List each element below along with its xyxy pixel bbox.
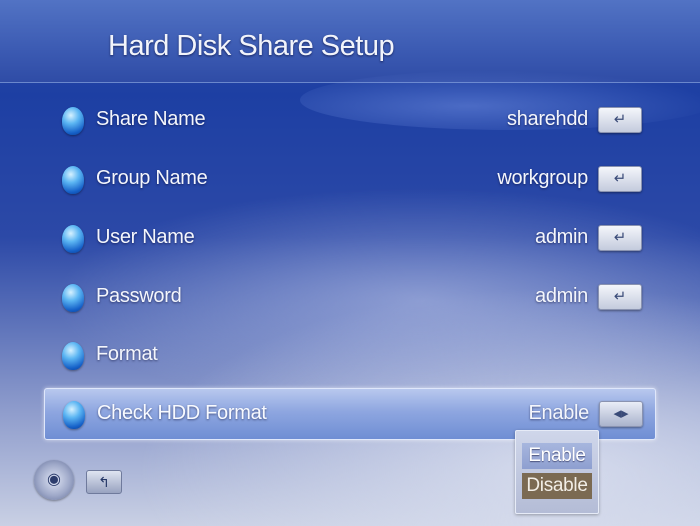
bullet-icon [62, 166, 84, 194]
setting-value: admin [535, 226, 588, 248]
left-right-key-icon[interactable]: ◂▸ [599, 401, 643, 427]
setting-group-name[interactable]: Group Name workgroup ↵ [44, 154, 654, 204]
bullet-icon [62, 225, 84, 253]
setting-password[interactable]: Password admin ↵ [44, 272, 654, 322]
bullet-icon [62, 107, 84, 135]
dpad-icon: ◉ [34, 460, 74, 500]
setting-value: admin [535, 285, 588, 307]
setting-label: Check HDD Format [97, 402, 267, 424]
setting-value: sharehdd [507, 108, 588, 130]
enter-key-icon[interactable]: ↵ [598, 225, 642, 251]
setting-label: Group Name [96, 167, 208, 189]
bullet-icon [63, 401, 85, 429]
setting-format[interactable]: Format [44, 330, 654, 380]
enter-key-icon[interactable]: ↵ [598, 166, 642, 192]
setting-label: Format [96, 343, 158, 365]
setting-label: Share Name [96, 108, 206, 130]
bullet-icon [62, 342, 84, 370]
option-enable[interactable]: Enable [522, 443, 592, 469]
setting-share-name[interactable]: Share Name sharehdd ↵ [44, 95, 654, 145]
bullet-icon [62, 284, 84, 312]
enter-key-icon[interactable]: ↵ [598, 284, 642, 310]
back-icon[interactable]: ↰ [86, 470, 122, 494]
option-disable[interactable]: Disable [522, 473, 592, 499]
setting-label: User Name [96, 226, 195, 248]
option-dropdown[interactable]: Enable Disable [515, 430, 599, 514]
setting-user-name[interactable]: User Name admin ↵ [44, 213, 654, 263]
setting-value: workgroup [497, 167, 588, 189]
setting-label: Password [96, 285, 182, 307]
enter-key-icon[interactable]: ↵ [598, 107, 642, 133]
setting-value: Enable [528, 402, 590, 424]
title-bar: Hard Disk Share Setup [0, 0, 700, 83]
page-title: Hard Disk Share Setup [108, 30, 395, 62]
